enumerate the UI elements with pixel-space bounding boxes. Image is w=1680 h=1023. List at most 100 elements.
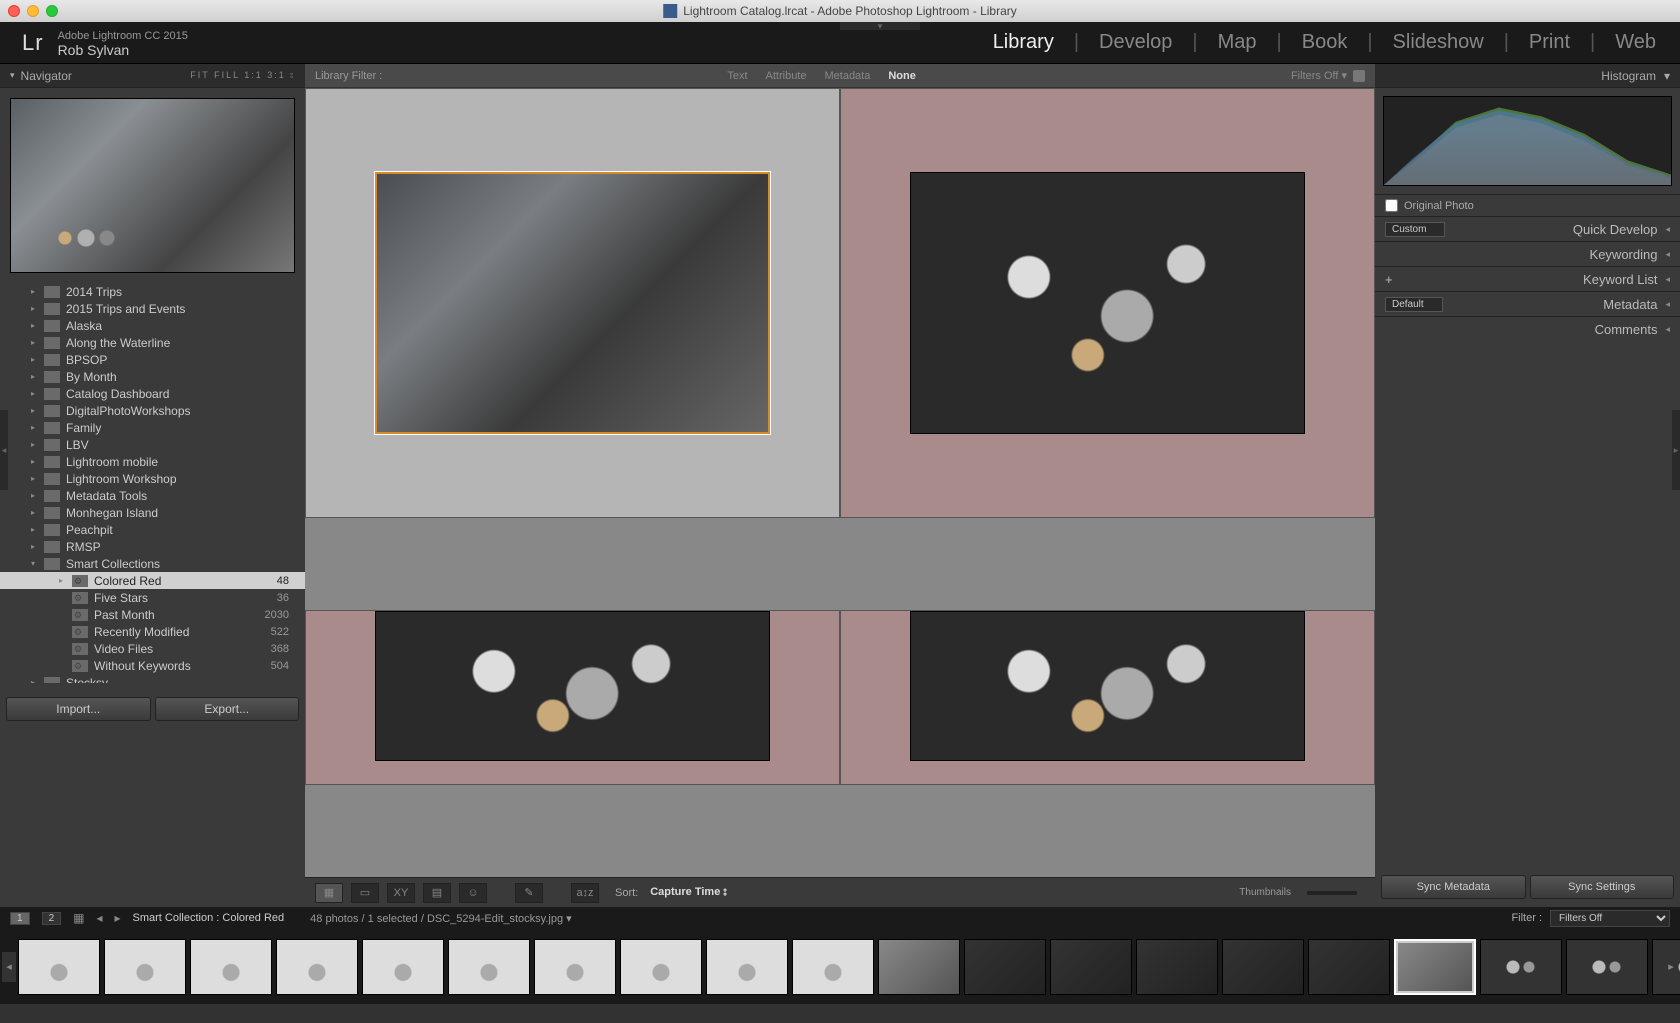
collection-set[interactable]: LBV bbox=[0, 436, 305, 453]
grid-cell[interactable] bbox=[840, 610, 1375, 785]
collection-set[interactable]: Lightroom mobile bbox=[0, 453, 305, 470]
sort-dropdown[interactable]: Capture Time ⦂ bbox=[650, 886, 726, 899]
collection-set[interactable]: 2015 Trips and Events bbox=[0, 300, 305, 317]
breadcrumb[interactable]: Smart Collection : Colored Red bbox=[133, 912, 285, 924]
collection-set[interactable]: By Month bbox=[0, 368, 305, 385]
compare-view-button[interactable]: XY bbox=[387, 883, 415, 903]
collection-set[interactable]: BPSOP bbox=[0, 351, 305, 368]
filmstrip-thumbnail[interactable] bbox=[1480, 939, 1562, 995]
collection-set[interactable]: Alaska bbox=[0, 317, 305, 334]
filmstrip[interactable]: ◂ ▸ bbox=[0, 929, 1680, 1004]
module-library[interactable]: Library bbox=[991, 31, 1056, 54]
minimize-window-button[interactable] bbox=[27, 5, 39, 17]
sort-direction-button[interactable]: a↕z bbox=[571, 883, 599, 903]
go-forward-icon[interactable]: ▸ bbox=[115, 911, 121, 925]
lock-icon[interactable] bbox=[1353, 70, 1365, 82]
filmstrip-thumbnail[interactable] bbox=[190, 939, 272, 995]
grid-switch-icon[interactable]: ▦ bbox=[73, 911, 84, 925]
left-panel-toggle[interactable]: ◂ bbox=[0, 410, 8, 490]
original-photo-checkbox[interactable] bbox=[1385, 199, 1398, 212]
filmstrip-thumbnail[interactable] bbox=[878, 939, 960, 995]
filmstrip-thumbnail[interactable] bbox=[448, 939, 530, 995]
grid-cell[interactable] bbox=[840, 88, 1375, 518]
top-panel-toggle[interactable]: ▾ bbox=[840, 22, 920, 30]
sync-settings-button[interactable]: Sync Settings bbox=[1530, 875, 1675, 899]
filmstrip-scroll-left[interactable]: ◂ bbox=[2, 952, 16, 982]
module-book[interactable]: Book bbox=[1300, 31, 1350, 54]
quick-develop-header[interactable]: Custom Quick Develop◂ bbox=[1375, 216, 1680, 241]
keywording-header[interactable]: Keywording◂ bbox=[1375, 241, 1680, 266]
keyword-list-header[interactable]: + Keyword List◂ bbox=[1375, 266, 1680, 291]
filmstrip-thumbnail[interactable] bbox=[534, 939, 616, 995]
photo-thumbnail[interactable] bbox=[910, 172, 1305, 434]
filmstrip-scroll-right[interactable]: ▸ bbox=[1664, 952, 1678, 982]
filmstrip-thumbnail[interactable] bbox=[1050, 939, 1132, 995]
comments-header[interactable]: Comments◂ bbox=[1375, 316, 1680, 341]
survey-view-button[interactable]: ▤ bbox=[423, 883, 451, 903]
collection-set[interactable]: RMSP bbox=[0, 538, 305, 555]
filter-metadata[interactable]: Metadata bbox=[824, 70, 870, 82]
grid-view[interactable] bbox=[305, 88, 1375, 877]
navigator-header[interactable]: ▾ Navigator FIT FILL 1:1 3:1 ⦂ bbox=[0, 64, 305, 88]
smart-collection[interactable]: Past Month2030 bbox=[0, 606, 305, 623]
collection-set[interactable]: Catalog Dashboard bbox=[0, 385, 305, 402]
sync-metadata-button[interactable]: Sync Metadata bbox=[1381, 875, 1526, 899]
collection-set[interactable]: Stocksy bbox=[0, 674, 305, 683]
navigator-zoom-modes[interactable]: FIT FILL 1:1 3:1 ⦂ bbox=[190, 70, 295, 81]
quick-develop-preset-dropdown[interactable]: Custom bbox=[1385, 222, 1445, 237]
filter-none[interactable]: None bbox=[888, 70, 916, 82]
module-web[interactable]: Web bbox=[1613, 31, 1658, 54]
grid-cell-selected[interactable] bbox=[305, 88, 840, 518]
zoom-window-button[interactable] bbox=[46, 5, 58, 17]
add-keyword-button[interactable]: + bbox=[1385, 272, 1393, 287]
filmstrip-thumbnail[interactable] bbox=[104, 939, 186, 995]
filmstrip-thumbnail[interactable] bbox=[1136, 939, 1218, 995]
right-panel-toggle[interactable]: ▸ bbox=[1672, 410, 1680, 490]
smart-collection[interactable]: Without Keywords504 bbox=[0, 657, 305, 674]
thumbnail-size-slider[interactable] bbox=[1307, 891, 1357, 895]
grid-cell[interactable] bbox=[305, 610, 840, 785]
smart-collections-set[interactable]: Smart Collections bbox=[0, 555, 305, 572]
filmstrip-thumbnail-selected[interactable] bbox=[1394, 939, 1476, 995]
export-button[interactable]: Export... bbox=[155, 697, 300, 721]
filter-text[interactable]: Text bbox=[727, 70, 747, 82]
filmstrip-filter-dropdown[interactable]: Filters Off bbox=[1550, 910, 1670, 927]
collection-set[interactable]: Metadata Tools bbox=[0, 487, 305, 504]
photo-thumbnail[interactable] bbox=[910, 611, 1305, 761]
smart-collection[interactable]: Recently Modified522 bbox=[0, 623, 305, 640]
collection-set[interactable]: 2014 Trips bbox=[0, 283, 305, 300]
module-map[interactable]: Map bbox=[1216, 31, 1259, 54]
loupe-view-button[interactable]: ▭ bbox=[351, 883, 379, 903]
filmstrip-thumbnail[interactable] bbox=[620, 939, 702, 995]
painter-tool-button[interactable]: ✎ bbox=[515, 883, 543, 903]
photo-thumbnail[interactable] bbox=[375, 172, 770, 434]
collection-set[interactable]: DigitalPhotoWorkshops bbox=[0, 402, 305, 419]
metadata-preset-dropdown[interactable]: Default bbox=[1385, 297, 1443, 312]
filmstrip-thumbnail[interactable] bbox=[1222, 939, 1304, 995]
filters-off-dropdown[interactable]: Filters Off ▾ bbox=[1291, 69, 1347, 82]
filmstrip-thumbnail[interactable] bbox=[964, 939, 1046, 995]
collection-set[interactable]: Lightroom Workshop bbox=[0, 470, 305, 487]
smart-collection[interactable]: Video Files368 bbox=[0, 640, 305, 657]
histogram-display[interactable] bbox=[1383, 96, 1672, 186]
histogram-header[interactable]: Histogram▾ bbox=[1375, 64, 1680, 88]
filmstrip-thumbnail[interactable] bbox=[706, 939, 788, 995]
close-window-button[interactable] bbox=[8, 5, 20, 17]
metadata-header[interactable]: Default Metadata◂ bbox=[1375, 291, 1680, 316]
filmstrip-thumbnail[interactable] bbox=[362, 939, 444, 995]
filmstrip-thumbnail[interactable] bbox=[792, 939, 874, 995]
import-button[interactable]: Import... bbox=[6, 697, 151, 721]
filmstrip-thumbnail[interactable] bbox=[18, 939, 100, 995]
primary-display-button[interactable]: 1 bbox=[10, 912, 30, 925]
collection-set[interactable]: Peachpit bbox=[0, 521, 305, 538]
smart-collection-colored-red[interactable]: Colored Red48 bbox=[0, 572, 305, 589]
collection-set[interactable]: Family bbox=[0, 419, 305, 436]
filmstrip-thumbnail[interactable] bbox=[1308, 939, 1390, 995]
go-back-icon[interactable]: ◂ bbox=[96, 911, 102, 925]
collection-set[interactable]: Monhegan Island bbox=[0, 504, 305, 521]
people-view-button[interactable]: ☺ bbox=[459, 883, 487, 903]
collection-set[interactable]: Along the Waterline bbox=[0, 334, 305, 351]
smart-collection[interactable]: Five Stars36 bbox=[0, 589, 305, 606]
module-slideshow[interactable]: Slideshow bbox=[1391, 31, 1486, 54]
secondary-display-button[interactable]: 2 bbox=[42, 912, 62, 925]
